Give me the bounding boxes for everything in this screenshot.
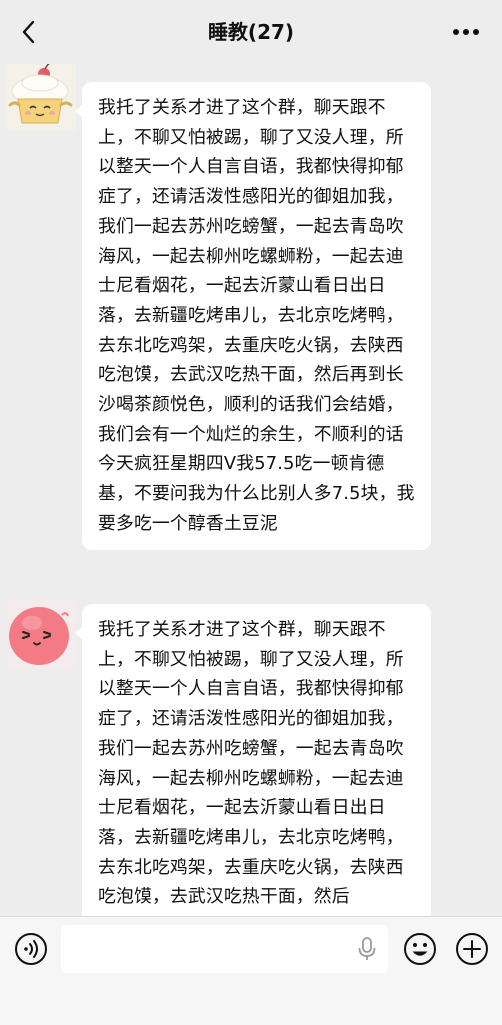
cupcake-avatar-icon [6, 64, 76, 131]
message-bubble[interactable]: 我托了关系才进了这个群，聊天跟不上，不聊又怕被踢，聊了又没人理，所以整天一个人自… [75, 604, 431, 916]
pink-blob-avatar-icon [6, 599, 76, 669]
cupcake-cartoon-avatar[interactable] [6, 64, 76, 131]
voice-button[interactable] [13, 931, 49, 967]
pink-blob-avatar[interactable] [6, 599, 76, 669]
message-list[interactable]: 我托了关系才进了这个群，聊天跟不上，不聊又怕被踢，聊了又没人理，所以整天一个人自… [0, 64, 502, 916]
emoji-button[interactable] [402, 931, 438, 967]
voice-icon [15, 933, 47, 965]
input-bar [0, 916, 502, 1025]
emoji-icon [404, 933, 436, 965]
more-button[interactable] [448, 18, 484, 46]
top-nav-bar: 睡教(27) [0, 0, 502, 64]
microphone-icon[interactable] [357, 937, 377, 961]
more-dots-icon [453, 29, 479, 35]
home-indicator-area [0, 987, 502, 1025]
plus-button[interactable] [454, 931, 490, 967]
plus-icon [456, 933, 488, 965]
message-bubble[interactable]: 我托了关系才进了这个群，聊天跟不上，不聊又怕被踢，聊了又没人理，所以整天一个人自… [75, 82, 431, 550]
message-input[interactable] [61, 925, 388, 973]
chat-title: 睡教(27) [207, 20, 295, 44]
